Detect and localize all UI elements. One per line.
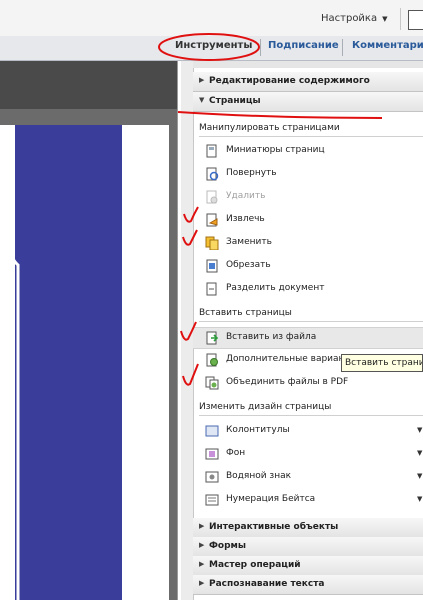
tab-tools[interactable]: Инструменты — [175, 40, 252, 51]
tab-divider — [342, 39, 343, 56]
combine-icon — [205, 376, 219, 390]
section-label: Мастер операций — [209, 560, 301, 570]
group-divider — [199, 321, 423, 322]
chevron-down-icon: ▼ — [417, 426, 423, 434]
item-watermark[interactable]: Водяной знак ▼ — [205, 467, 422, 487]
item-delete[interactable]: Удалить — [205, 187, 415, 207]
triangle-right-icon: ▶ — [199, 579, 205, 587]
thumbnails-icon — [206, 144, 217, 158]
section-action-wizard[interactable]: ▶ Мастер операций — [193, 556, 423, 576]
group-title-insert: Вставить страницы — [199, 308, 292, 318]
tab-comment[interactable]: Комментарии — [352, 40, 423, 51]
item-rotate[interactable]: Повернуть — [205, 164, 415, 184]
section-interactive[interactable]: ▶ Интерактивные объекты — [193, 518, 423, 538]
item-replace[interactable]: Заменить — [205, 233, 415, 253]
item-label: Колонтитулы — [226, 425, 290, 435]
item-label: Миниатюры страниц — [226, 145, 325, 155]
section-label: Формы — [209, 541, 247, 551]
triangle-right-icon: ▶ — [199, 522, 205, 530]
crop-icon — [206, 259, 218, 273]
item-label: Водяной знак — [226, 471, 292, 481]
document-toolbar-area — [0, 61, 177, 109]
page-decorative-curve — [4, 125, 20, 600]
item-label: Обрезать — [226, 260, 271, 270]
chevron-down-icon: ▼ — [417, 449, 423, 457]
replace-icon — [205, 236, 219, 250]
section-pages[interactable]: ▼ Страницы — [193, 92, 423, 112]
group-title-manipulate: Манипулировать страницами — [199, 123, 340, 133]
page-graphic — [15, 125, 122, 600]
tab-sign[interactable]: Подписание — [268, 40, 339, 51]
tooltip: Вставить страницу к — [341, 354, 423, 372]
item-label: Фон — [226, 448, 246, 458]
settings-menu[interactable]: Настройка ▼ — [321, 13, 388, 24]
item-combine[interactable]: Объединить файлы в PDF — [205, 373, 415, 393]
split-icon — [206, 282, 217, 296]
item-label: Заменить — [226, 237, 272, 247]
item-label: Извлечь — [226, 214, 265, 224]
panel-header-strip — [193, 61, 423, 68]
section-label: Интерактивные объекты — [209, 522, 339, 532]
section-label: Страницы — [209, 96, 261, 106]
item-header-footer[interactable]: Колонтитулы ▼ — [205, 421, 422, 441]
item-crop[interactable]: Обрезать — [205, 256, 415, 276]
item-background[interactable]: Фон ▼ — [205, 444, 422, 464]
item-label: Объединить файлы в PDF — [226, 377, 349, 387]
chevron-down-icon: ▼ — [417, 472, 423, 480]
group-title-design: Изменить дизайн страницы — [199, 402, 332, 412]
item-bates[interactable]: Нумерация Бейтса ▼ — [205, 490, 422, 510]
section-ocr[interactable]: ▶ Распознавание текста — [193, 575, 423, 595]
chevron-down-icon: ▼ — [382, 15, 388, 23]
rotate-icon — [206, 167, 219, 181]
item-extract[interactable]: Извлечь — [205, 210, 415, 230]
triangle-right-icon: ▶ — [199, 541, 205, 549]
settings-label: Настройка — [321, 13, 378, 24]
triangle-right-icon: ▶ — [199, 560, 205, 568]
toolbar-divider — [400, 8, 401, 30]
header-footer-icon — [205, 425, 219, 437]
tab-divider — [260, 39, 261, 56]
delete-icon — [206, 190, 218, 204]
section-label: Редактирование содержимого — [209, 76, 370, 86]
watermark-icon — [205, 471, 219, 483]
item-label: Разделить документ — [226, 283, 325, 293]
group-divider — [199, 415, 423, 416]
insert-from-file-icon — [206, 331, 219, 345]
item-thumbnails[interactable]: Миниатюры страниц — [205, 141, 415, 161]
item-label: Вставить из файла — [226, 332, 317, 342]
item-label: Удалить — [226, 191, 266, 201]
triangle-right-icon: ▶ — [199, 76, 205, 84]
extract-icon — [206, 213, 218, 227]
section-label: Распознавание текста — [209, 579, 325, 589]
item-label: Повернуть — [226, 168, 277, 178]
more-options-icon — [206, 353, 218, 367]
item-insert-from-file[interactable]: Вставить из файла — [193, 327, 423, 349]
chevron-down-icon: ▼ — [417, 495, 423, 503]
item-label: Нумерация Бейтса — [226, 494, 316, 504]
background-icon — [205, 448, 219, 460]
document-icon[interactable] — [408, 10, 423, 30]
triangle-down-icon: ▼ — [199, 96, 205, 104]
group-divider — [199, 136, 423, 137]
section-forms[interactable]: ▶ Формы — [193, 537, 423, 557]
item-split[interactable]: Разделить документ — [205, 279, 415, 299]
bates-icon — [205, 494, 219, 506]
section-edit-content[interactable]: ▶ Редактирование содержимого — [193, 72, 423, 92]
